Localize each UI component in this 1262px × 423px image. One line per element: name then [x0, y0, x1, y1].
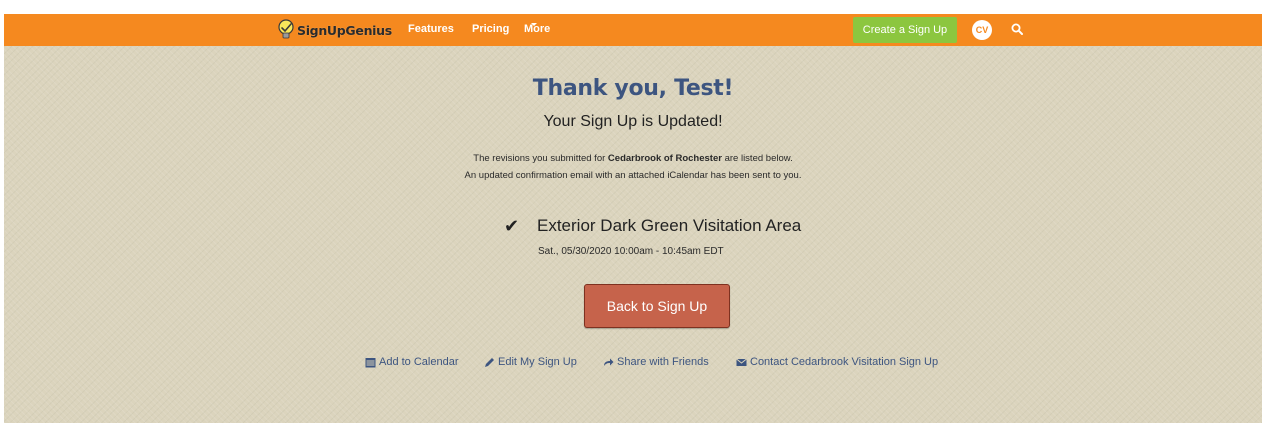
- back-to-signup-button[interactable]: Back to Sign Up: [584, 284, 730, 328]
- check-icon: ✔: [504, 216, 520, 236]
- signup-item-title: Exterior Dark Green Visitation Area: [537, 216, 802, 235]
- create-signup-button[interactable]: Create a Sign Up: [853, 17, 957, 43]
- lightbulb-icon: [278, 19, 294, 39]
- pencil-icon: [485, 357, 494, 367]
- email-notice: An updated confirmation email with an at…: [464, 170, 802, 181]
- contact-organizer-label: Contact Cedarbrook Visitation Sign Up: [750, 356, 939, 368]
- add-to-calendar-link[interactable]: Add to Calendar: [365, 355, 459, 369]
- top-navbar: SignUpGenius Features Pricing More: [4, 14, 1262, 46]
- share-with-friends-label: Share with Friends: [617, 356, 709, 368]
- contact-organizer-link[interactable]: Contact Cedarbrook Visitation Sign Up: [736, 355, 938, 369]
- signup-item: ✔ Exterior Dark Green Visitation Area: [504, 215, 801, 237]
- calendar-icon: [365, 357, 376, 367]
- main-content: Thank you, Test! Your Sign Up is Updated…: [4, 46, 1262, 423]
- nav-more[interactable]: More: [524, 23, 550, 35]
- revision-prefix: The revisions you submitted for: [473, 153, 608, 164]
- nav-pricing[interactable]: Pricing: [472, 23, 509, 35]
- revision-notice: The revisions you submitted for Cedarbro…: [4, 153, 1262, 164]
- revision-suffix: are listed below.: [721, 153, 793, 164]
- search-icon[interactable]: [1011, 23, 1023, 35]
- page: SignUpGenius Features Pricing More Creat…: [0, 0, 1262, 423]
- share-arrow-icon: [604, 358, 614, 366]
- signup-item-datetime: Sat., 05/30/2020 10:00am - 10:45am EDT: [538, 246, 724, 257]
- nav-features[interactable]: Features: [408, 23, 454, 35]
- edit-signup-label: Edit My Sign Up: [498, 356, 577, 368]
- logo[interactable]: SignUpGenius: [276, 19, 392, 41]
- page-title: Thank you, Test!: [532, 76, 734, 101]
- page-subtitle: Your Sign Up is Updated!: [543, 113, 723, 130]
- organization-name: Cedarbrook of Rochester: [607, 153, 722, 164]
- top-white-strip: [0, 0, 1262, 14]
- logo-text: SignUpGenius: [297, 22, 392, 38]
- envelope-icon: [736, 358, 747, 366]
- add-to-calendar-label: Add to Calendar: [379, 356, 459, 368]
- more-caret-icon[interactable]: [531, 23, 537, 26]
- share-with-friends-link[interactable]: Share with Friends: [603, 355, 709, 369]
- user-avatar[interactable]: CV: [972, 20, 992, 40]
- edit-signup-link[interactable]: Edit My Sign Up: [484, 355, 577, 369]
